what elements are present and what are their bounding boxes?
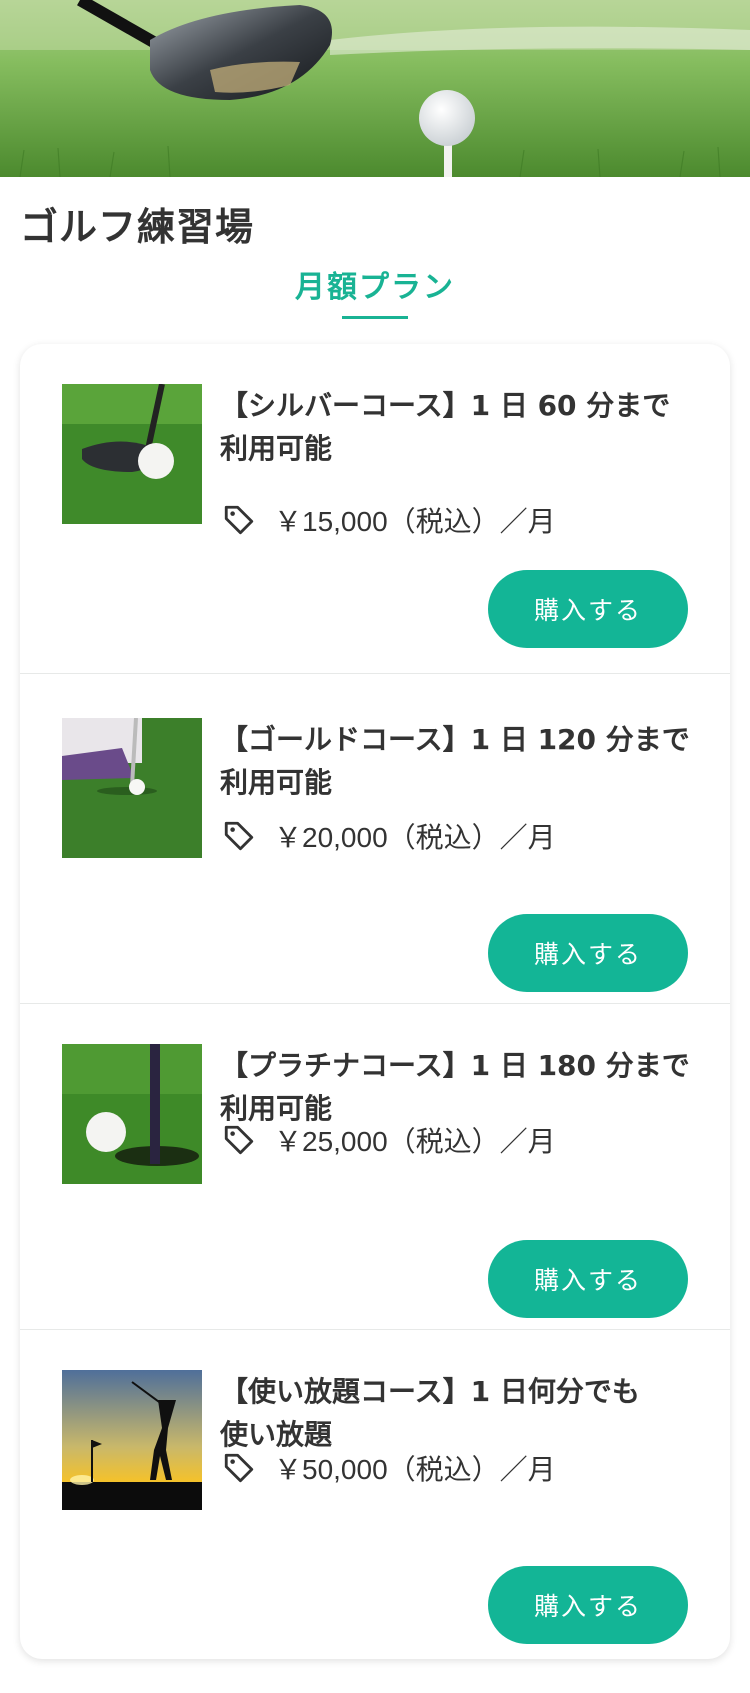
plan-list-card: 【シルバーコース】1 日 60 分まで 利用可能 ￥15,000（税込）／月 購… [20,344,730,1659]
page-title: ゴルフ練習場 [20,205,255,249]
tag-icon [224,505,254,535]
plan-price: ￥15,000（税込）／月 [274,506,556,537]
page: ゴルフ練習場 月額プラン 【シルバーコース】1 日 60 分まで 利用可能 ￥1… [0,0,750,1693]
purchase-button[interactable]: 購入する [488,570,688,648]
plan-title: 【シルバーコース】1 日 60 分まで 利用可能 [220,389,671,465]
plan-item-gold: 【ゴールドコース】1 日 120 分まで 利用可能 ￥20,000（税込）／月 … [20,674,730,1004]
tag-icon [224,1125,254,1155]
tag-icon [224,1453,254,1483]
golf-club-ball-illustration [0,0,750,177]
hero-image [0,0,750,177]
price-row: ￥15,000（税込）／月 [222,500,556,540]
plan-thumbnail [62,1370,202,1510]
tag-icon [224,821,254,851]
plan-title: 【ゴールドコース】1 日 120 分まで 利用可能 [220,723,690,799]
price-row: ￥25,000（税込）／月 [222,1120,556,1160]
plan-title: 【使い放題コース】1 日何分でも 使い放題 [220,1375,640,1451]
plan-item-unlimited: 【使い放題コース】1 日何分でも 使い放題 ￥50,000（税込）／月 購入する [20,1330,730,1659]
plan-price: ￥20,000（税込）／月 [274,822,556,853]
plan-thumbnail [62,718,202,858]
plan-item-platinum: 【プラチナコース】1 日 180 分まで 利用可能 ￥25,000（税込）／月 … [20,1004,730,1330]
plan-title: 【プラチナコース】1 日 180 分まで 利用可能 [220,1049,690,1125]
plan-item-silver: 【シルバーコース】1 日 60 分まで 利用可能 ￥15,000（税込）／月 購… [20,344,730,674]
price-row: ￥20,000（税込）／月 [222,816,556,856]
plan-thumbnail [62,384,202,524]
tab-active-indicator [342,316,408,319]
purchase-button[interactable]: 購入する [488,914,688,992]
plan-price: ￥50,000（税込）／月 [274,1454,556,1485]
plan-price: ￥25,000（税込）／月 [274,1126,556,1157]
tab-bar: 月額プラン [0,262,750,319]
purchase-button[interactable]: 購入する [488,1240,688,1318]
tab-monthly-plan[interactable]: 月額プラン [295,262,455,306]
price-row: ￥50,000（税込）／月 [222,1448,556,1488]
plan-thumbnail [62,1044,202,1184]
purchase-button[interactable]: 購入する [488,1566,688,1644]
